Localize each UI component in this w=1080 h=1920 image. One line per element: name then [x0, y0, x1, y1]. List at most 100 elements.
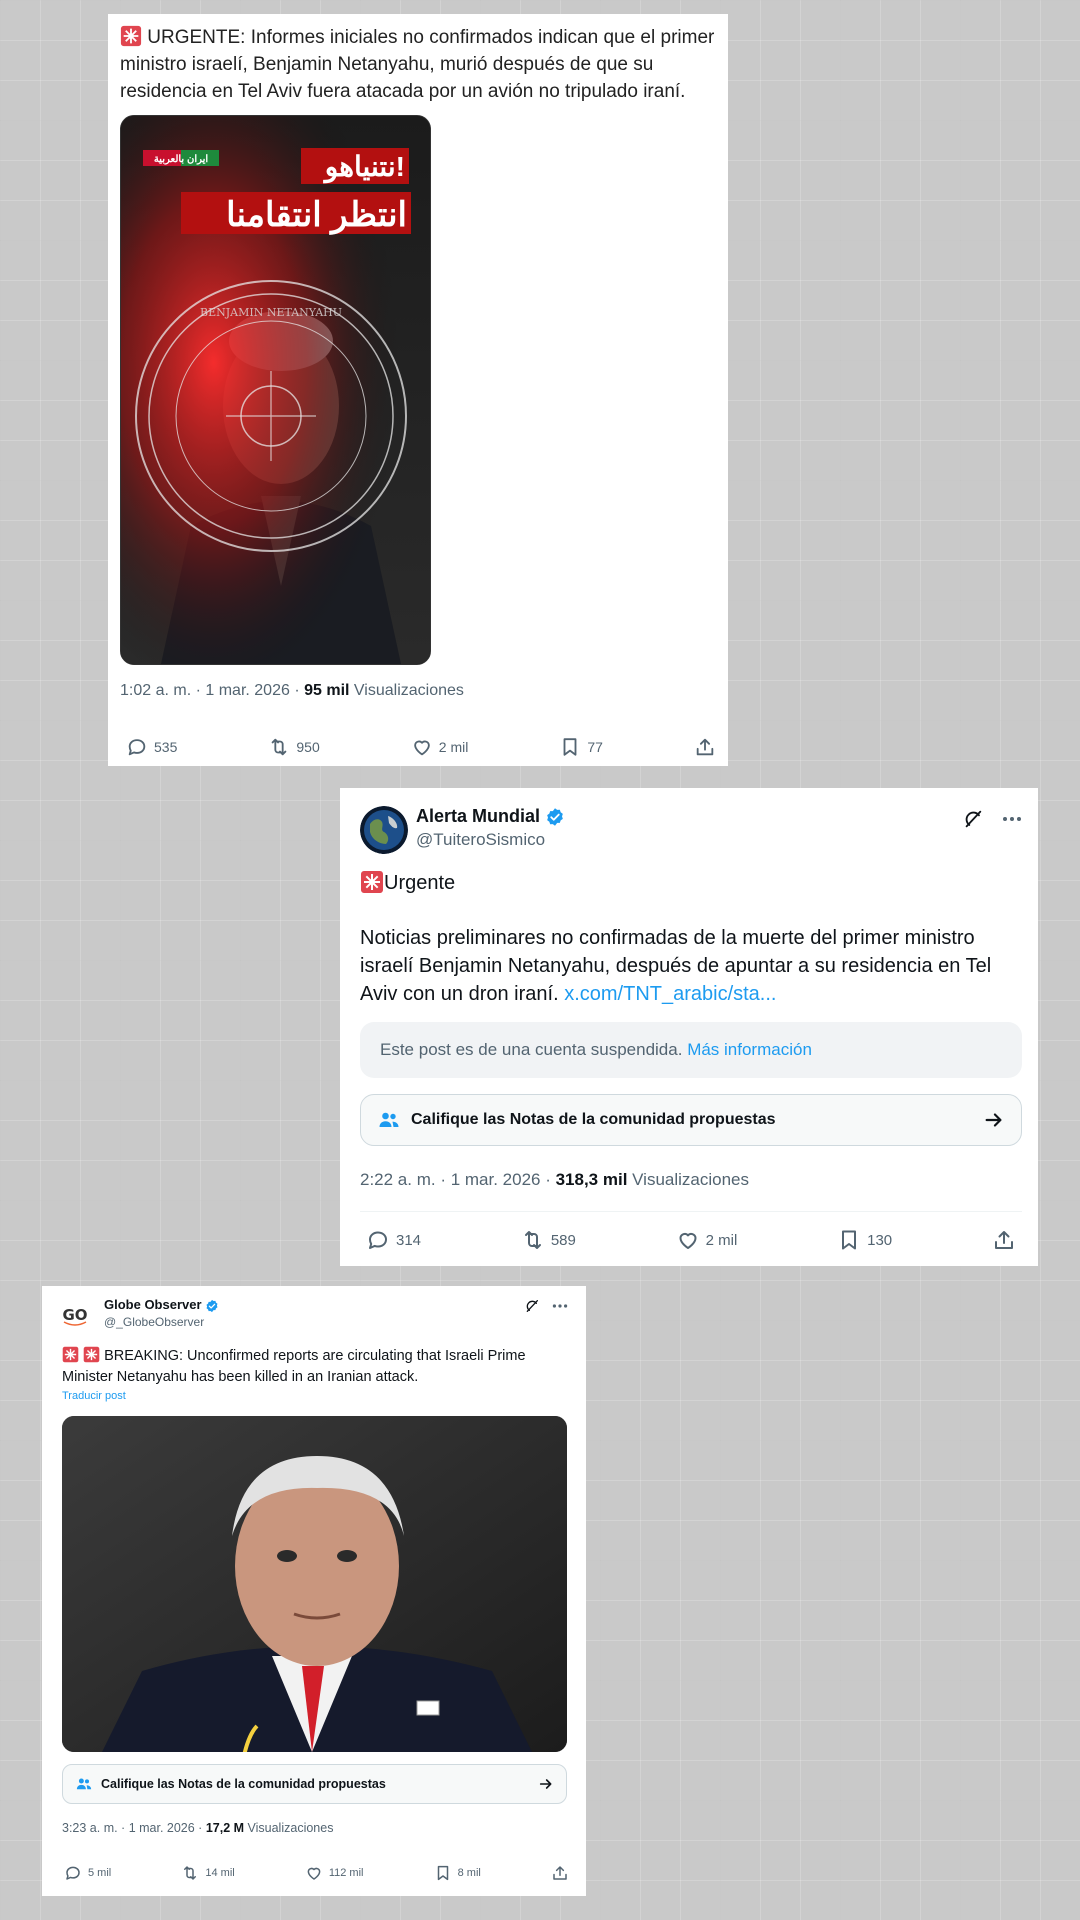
repost-icon — [521, 1228, 545, 1252]
post-title: Urgente — [360, 870, 455, 895]
views-count: 17,2 M — [205, 1821, 245, 1835]
views-label: Visualizaciones — [349, 682, 464, 699]
rotating-light-icon — [360, 870, 384, 894]
author-name-text: Globe Observer — [104, 1297, 202, 1312]
divider — [360, 1211, 1022, 1212]
author-name[interactable]: Alerta Mundial — [416, 806, 565, 827]
repost-count: 950 — [296, 739, 320, 755]
post-card-urgente: URGENTE: Informes iniciales no confirmad… — [108, 14, 728, 766]
repost-button[interactable]: 589 — [521, 1228, 576, 1252]
translate-post-link[interactable]: Traducir post — [62, 1390, 126, 1402]
share-icon — [551, 1864, 569, 1882]
post-card-alerta-mundial: Alerta Mundial @TuiteroSismico Urgente N… — [340, 788, 1038, 1266]
post-meta: 2:22 a. m. · 1 mar. 2026 · 318,3 mil Vis… — [360, 1170, 749, 1190]
reply-icon — [126, 736, 148, 758]
like-button[interactable]: 2 mil — [676, 1228, 738, 1252]
post-meta: 3:23 a. m. · 1 mar. 2026 · 17,2 M Visual… — [62, 1821, 333, 1835]
author-name[interactable]: Globe Observer — [104, 1297, 219, 1313]
verified-badge-icon — [205, 1299, 219, 1313]
svg-text:انتظر انتقامنا: انتظر انتقامنا — [226, 196, 407, 235]
bookmark-button[interactable]: 130 — [837, 1228, 892, 1252]
svg-text:BENJAMIN NETANYAHU: BENJAMIN NETANYAHU — [200, 306, 342, 319]
like-count: 112 mil — [328, 1867, 364, 1879]
bookmark-button[interactable]: 8 mil — [434, 1864, 481, 1882]
share-button[interactable] — [694, 736, 716, 758]
bookmark-count: 130 — [867, 1231, 893, 1249]
repost-button[interactable]: 14 mil — [181, 1864, 235, 1882]
like-count: 2 mil — [705, 1231, 738, 1249]
author-handle[interactable]: @TuiteroSismico — [416, 830, 545, 850]
rotating-light-icon — [62, 1346, 79, 1363]
community-notes-button[interactable]: Califique las Notas de la comunidad prop… — [360, 1094, 1022, 1146]
views-label: Visualizaciones — [244, 1821, 334, 1835]
reply-icon — [366, 1228, 390, 1252]
post-timestamp[interactable]: 1:02 a. m. · 1 mar. 2026 · — [120, 682, 304, 699]
like-button[interactable]: 112 mil — [305, 1864, 364, 1882]
post-card-globe-observer: GO Globe Observer @_GlobeObserver BREAKI… — [42, 1286, 586, 1896]
people-icon — [377, 1108, 401, 1132]
arrow-right-icon — [538, 1776, 554, 1792]
reply-button[interactable]: 5 mil — [64, 1864, 111, 1882]
rotating-light-icon — [83, 1346, 100, 1363]
action-bar: 5 mil 14 mil 112 mil 8 mil — [64, 1864, 569, 1882]
like-button[interactable]: 2 mil — [411, 736, 469, 758]
post-text-body: URGENTE: Informes iniciales no confirmad… — [120, 27, 715, 102]
grok-icon[interactable] — [962, 808, 984, 830]
avatar[interactable]: GO — [60, 1300, 90, 1330]
svg-text:نتنیاهو!: نتنیاهو! — [323, 151, 405, 184]
post-body: Noticias preliminares no confirmadas de … — [360, 924, 1020, 1008]
post-top-actions — [962, 808, 1022, 830]
bookmark-count: 8 mil — [457, 1867, 481, 1879]
post-link[interactable]: x.com/TNT_arabic/sta... — [564, 983, 776, 1005]
views-label: Visualizaciones — [627, 1170, 750, 1189]
more-options-icon[interactable] — [1002, 809, 1022, 829]
avatar[interactable] — [360, 806, 408, 854]
arrow-right-icon — [983, 1109, 1005, 1131]
netanyahu-target-poster: BENJAMIN NETANYAHU ایران بالعربية نتنیاه… — [121, 116, 430, 664]
reply-count: 314 — [396, 1231, 422, 1249]
action-bar: 535 950 2 mil 77 — [126, 736, 716, 758]
post-meta: 1:02 a. m. · 1 mar. 2026 · 95 mil Visual… — [120, 682, 464, 700]
share-icon — [694, 736, 716, 758]
bookmark-icon — [837, 1228, 861, 1252]
globe-observer-logo-icon: GO — [60, 1300, 90, 1330]
post-text: URGENTE: Informes iniciales no confirmad… — [120, 24, 720, 105]
more-options-icon[interactable] — [552, 1298, 568, 1314]
views-count: 95 mil — [304, 682, 350, 699]
repost-count: 589 — [550, 1231, 576, 1249]
bookmark-icon — [434, 1864, 452, 1882]
bookmark-button[interactable]: 77 — [559, 736, 603, 758]
grok-icon[interactable] — [524, 1298, 540, 1314]
heart-icon — [411, 736, 433, 758]
post-timestamp[interactable]: 3:23 a. m. · 1 mar. 2026 · — [62, 1821, 206, 1835]
repost-count: 14 mil — [205, 1867, 235, 1879]
like-count: 2 mil — [438, 739, 469, 755]
community-notes-button[interactable]: Califique las Notas de la comunidad prop… — [62, 1764, 567, 1804]
post-title-text: Urgente — [384, 872, 456, 894]
author-name-text: Alerta Mundial — [416, 806, 541, 826]
more-info-link[interactable]: Más información — [687, 1040, 812, 1060]
post-image[interactable] — [62, 1416, 567, 1752]
post-timestamp[interactable]: 2:22 a. m. · 1 mar. 2026 · — [360, 1170, 556, 1189]
netanyahu-portrait — [62, 1416, 567, 1752]
share-button[interactable] — [551, 1864, 569, 1882]
repost-button[interactable]: 950 — [268, 736, 320, 758]
post-top-actions — [524, 1298, 568, 1314]
verified-badge-icon — [545, 807, 565, 827]
post-image[interactable]: BENJAMIN NETANYAHU ایران بالعربية نتنیاه… — [120, 115, 431, 665]
author-handle[interactable]: @_GlobeObserver — [104, 1315, 204, 1329]
bookmark-count: 77 — [587, 739, 603, 755]
svg-text:ایران بالعربية: ایران بالعربية — [154, 154, 209, 165]
bookmark-icon — [559, 736, 581, 758]
community-notes-label: Califique las Notas de la comunidad prop… — [411, 1111, 776, 1128]
reply-button[interactable]: 314 — [366, 1228, 421, 1252]
post-text-body: BREAKING: Unconfirmed reports are circul… — [62, 1348, 526, 1385]
repost-icon — [181, 1864, 199, 1882]
reply-button[interactable]: 535 — [126, 736, 177, 758]
reply-count: 5 mil — [88, 1867, 112, 1879]
share-button[interactable] — [992, 1228, 1016, 1252]
suspended-account-notice: Este post es de una cuenta suspendida. M… — [360, 1022, 1022, 1078]
svg-text:GO: GO — [62, 1306, 87, 1324]
post-text: BREAKING: Unconfirmed reports are circul… — [62, 1346, 572, 1388]
share-icon — [992, 1228, 1016, 1252]
